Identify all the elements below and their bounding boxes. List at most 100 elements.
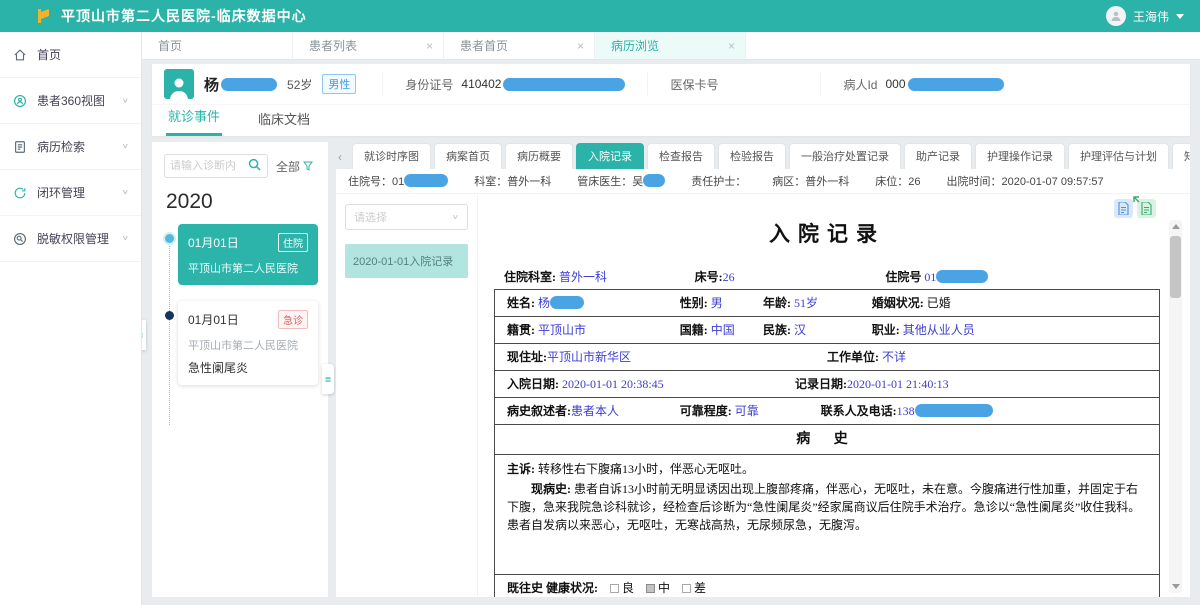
dept-label: 住院科室: bbox=[504, 270, 556, 284]
checkbox-poor[interactable] bbox=[682, 584, 691, 593]
chief-complaint-label: 主诉: bbox=[507, 462, 535, 476]
tab-label: 病历浏览 bbox=[611, 37, 659, 54]
corner-arrow-icon bbox=[1133, 195, 1141, 203]
user-menu[interactable]: 王海伟 bbox=[1106, 6, 1184, 26]
scroll-down-icon[interactable] bbox=[1172, 584, 1180, 589]
sidebar-item-label: 病历检索 bbox=[37, 138, 85, 155]
dept-value: 普外一科 bbox=[559, 270, 607, 284]
patient-id-group: 身份证号 410402 bbox=[382, 72, 647, 96]
record-tab-nursing-plan[interactable]: 护理评估与计划 bbox=[1068, 143, 1169, 169]
scroll-up-icon[interactable] bbox=[1172, 224, 1180, 229]
user-caret-icon bbox=[1176, 14, 1184, 19]
visit-event-inpatient[interactable]: 01月01日 住院 平顶山市第二人民医院 bbox=[178, 224, 318, 285]
record-tab-exam-report[interactable]: 检查报告 bbox=[647, 143, 715, 169]
tab-patient-home[interactable]: 患者首页 × bbox=[444, 32, 595, 59]
checkbox-fair[interactable] bbox=[646, 584, 655, 593]
document-table: 姓名: 杨 性别: 男 年龄: 51岁 婚姻状况: 已婚 籍贯: 平顶山市 国籍… bbox=[494, 289, 1160, 597]
dropdown-placeholder: 请选择 bbox=[354, 209, 387, 225]
redacted-id-number bbox=[503, 78, 625, 91]
sidebar-item-patient360[interactable]: 患者360视图 ∨ bbox=[0, 78, 141, 124]
tab-visit-events[interactable]: 就诊事件 bbox=[166, 100, 222, 136]
record-date-label: 记录日期: bbox=[795, 377, 847, 391]
scrollbar-thumb[interactable] bbox=[1170, 236, 1181, 298]
redacted-name bbox=[550, 296, 584, 309]
option-poor: 差 bbox=[694, 581, 706, 595]
sex-label: 性别: bbox=[680, 296, 708, 310]
health-status-label: 健康状况: bbox=[546, 581, 598, 595]
occupation-value: 其他从业人员 bbox=[903, 323, 975, 337]
nurse-label: 责任护士： bbox=[691, 176, 746, 188]
past-history-row: 既往史 健康状况:良中差 bbox=[495, 575, 1159, 597]
admission-no-label: 住院号 bbox=[885, 270, 921, 284]
timeline-line bbox=[169, 232, 170, 425]
narrator-label: 病史叙述者: bbox=[507, 404, 571, 418]
sidebar-item-label: 首页 bbox=[37, 46, 61, 63]
id-number-prefix: 410402 bbox=[461, 77, 501, 91]
present-illness-label: 现病史: bbox=[531, 482, 571, 496]
tab-record-browse[interactable]: 病历浏览 × bbox=[595, 32, 746, 59]
export-word-icon[interactable] bbox=[1114, 199, 1133, 218]
record-panel: ‹ 就诊时序图 病案首页 病历概要 入院记录 检查报告 检验报告 一般治疗处置记… bbox=[336, 142, 1190, 597]
visit-timeline-panel: 全部 2020 01月01日 住院 平顶山市第二人民医院 01月01日 急诊 bbox=[152, 142, 328, 597]
bed-no-label: 床号: bbox=[695, 270, 723, 284]
sidebar-item-record-search[interactable]: 病历检索 ∨ bbox=[0, 124, 141, 170]
document-scrollbar[interactable] bbox=[1169, 220, 1182, 593]
document-list-panel: 请选择 ∨ 2020-01-01入院记录 bbox=[336, 194, 478, 597]
history-paragraph-row: 主诉: 转移性右下腹痛13小时，伴恶心无呕吐。 现病史: 患者自诉13小时前无明… bbox=[495, 455, 1159, 575]
record-tab-nursing-op[interactable]: 护理操作记录 bbox=[975, 143, 1065, 169]
table-row: 现住址:平顶山市新华区 工作单位: 不详 bbox=[495, 344, 1159, 371]
document-title: 入院记录 bbox=[490, 218, 1164, 248]
admission-no-prefix: 01 bbox=[924, 270, 936, 284]
chevron-down-icon: ∨ bbox=[452, 213, 459, 221]
tab-clinical-documents[interactable]: 临床文档 bbox=[256, 103, 312, 136]
export-excel-icon[interactable] bbox=[1137, 199, 1156, 218]
close-icon[interactable]: × bbox=[728, 39, 735, 53]
timeline-filter[interactable]: 全部 bbox=[276, 158, 313, 175]
tab-label: 患者首页 bbox=[460, 37, 508, 54]
patient-pid-group: 病人Id 000 bbox=[820, 72, 1025, 96]
scroll-tabs-right-icon[interactable]: › bbox=[1184, 150, 1188, 164]
birthplace-label: 籍贯: bbox=[507, 323, 535, 337]
record-tab-summary[interactable]: 病历概要 bbox=[505, 143, 573, 169]
tab-home[interactable]: 首页 bbox=[142, 32, 293, 59]
ward-value: 普外一科 bbox=[805, 176, 849, 188]
table-row: 籍贯: 平顶山市 国籍: 中国 民族: 汉 职业: 其他从业人员 bbox=[495, 317, 1159, 344]
record-tab-midwifery[interactable]: 助产记录 bbox=[904, 143, 972, 169]
document-type-dropdown[interactable]: 请选择 ∨ bbox=[345, 204, 468, 230]
patient-info-row: 杨 52岁 男性 身份证号 410402 医保卡号 病人Id 000 bbox=[152, 64, 1190, 104]
close-icon[interactable]: × bbox=[426, 39, 433, 53]
sidebar-item-loop-management[interactable]: 闭环管理 ∨ bbox=[0, 170, 141, 216]
record-tab-lab-report[interactable]: 检验报告 bbox=[718, 143, 786, 169]
record-tab-case-front[interactable]: 病案首页 bbox=[434, 143, 502, 169]
address-label: 现住址: bbox=[507, 350, 547, 364]
tab-label: 患者列表 bbox=[309, 37, 357, 54]
filter-label: 全部 bbox=[276, 158, 300, 175]
tab-patient-list[interactable]: 患者列表 × bbox=[293, 32, 444, 59]
user-name: 王海伟 bbox=[1133, 8, 1169, 25]
collapse-timeline-handle-right[interactable]: ≣ bbox=[322, 364, 334, 394]
chevron-down-icon: ∨ bbox=[122, 97, 129, 105]
chevron-down-icon: ∨ bbox=[122, 189, 129, 197]
age-label: 年龄: bbox=[763, 296, 791, 310]
checkbox-good[interactable] bbox=[610, 584, 619, 593]
sidebar-item-home[interactable]: 首页 bbox=[0, 32, 141, 78]
admission-no-label: 住院号： bbox=[348, 176, 392, 188]
record-tab-treatment[interactable]: 一般治疗处置记录 bbox=[789, 143, 901, 169]
visit-event-emergency[interactable]: 01月01日 急诊 平顶山市第二人民医院 急性阑尾炎 bbox=[178, 301, 318, 385]
occupation-label: 职业: bbox=[872, 323, 900, 337]
search-icon[interactable] bbox=[248, 158, 261, 174]
close-icon[interactable]: × bbox=[577, 39, 584, 53]
view-tabs: 就诊事件 临床文档 bbox=[152, 104, 1190, 136]
hospital-logo-icon bbox=[36, 8, 51, 24]
event-type-badge: 住院 bbox=[278, 233, 308, 252]
document-list-item[interactable]: 2020-01-01入院记录 bbox=[345, 244, 468, 278]
timeline-dot bbox=[165, 234, 174, 243]
past-history-label: 既往史 bbox=[507, 581, 543, 595]
record-tab-admission[interactable]: 入院记录 bbox=[576, 143, 644, 169]
record-tab-timeline-chart[interactable]: 就诊时序图 bbox=[352, 143, 431, 169]
scroll-tabs-left-icon[interactable]: ‹ bbox=[338, 150, 342, 164]
diagnosis-search-input[interactable] bbox=[170, 160, 248, 172]
bed-label: 床位： bbox=[875, 176, 908, 188]
birthplace-value: 平顶山市 bbox=[538, 323, 586, 337]
sidebar-item-permission[interactable]: 脱敏权限管理 ∨ bbox=[0, 216, 141, 262]
